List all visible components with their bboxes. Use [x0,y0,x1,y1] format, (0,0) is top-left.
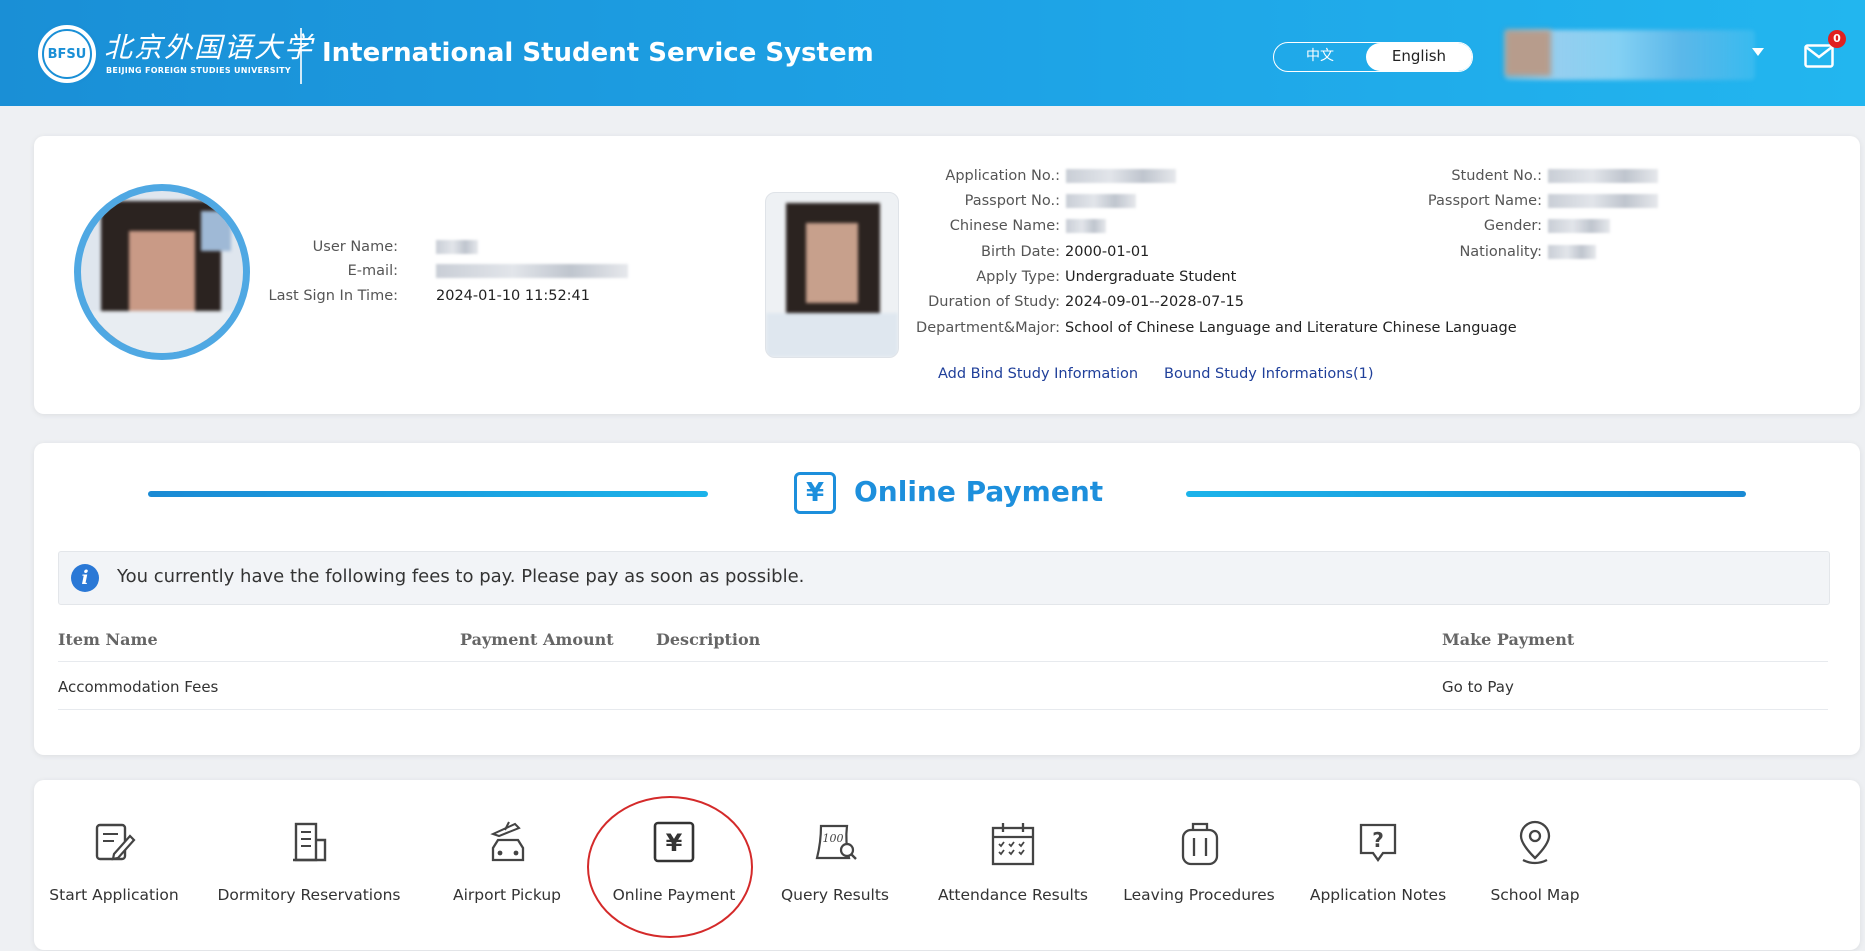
passport-name-label: Passport Name: [1427,193,1542,209]
application-no-value [1066,169,1176,183]
profile-card: User Name: E-mail: Last Sign In Time: 20… [34,136,1860,414]
last-sign-value: 2024-01-10 11:52:41 [436,288,590,304]
logo-english-name: BEIJING FOREIGN STUDIES UNIVERSITY [106,66,291,75]
col-header-make-payment: Make Payment [1442,630,1575,649]
mail-icon[interactable] [1804,44,1834,68]
user-name-value [436,240,478,254]
quick-nav-card: Start Application Dormitory Reservations… [34,780,1860,950]
apply-type-value: Undergraduate Student [1065,269,1237,285]
header-divider [300,28,302,84]
seal-text: BFSU [42,29,92,79]
gender-value [1548,219,1610,233]
department-major-value: School of Chinese Language and Literatur… [1065,320,1517,336]
calendar-icon [991,823,1035,866]
decor-bar-left [148,491,708,497]
mail-count-badge: 0 [1828,30,1846,48]
university-seal-logo[interactable]: BFSU [35,22,99,86]
passport-no-value [1066,194,1136,208]
airport-pickup-icon [490,821,525,862]
nav-label: Start Application [49,886,179,904]
language-switch[interactable]: 中文 English [1273,42,1473,72]
nav-online-payment[interactable]: ¥ Online Payment [604,780,744,950]
nav-dormitory-reservations[interactable]: Dormitory Reservations [214,780,404,950]
yen-icon: ¥ [794,472,836,514]
nav-leaving-procedures[interactable]: Leaving Procedures [1114,780,1284,950]
nav-label: School Map [1490,886,1580,904]
edit-icon [95,823,136,861]
lang-chinese-option[interactable]: 中文 [1274,43,1366,71]
nationality-label: Nationality: [1459,244,1542,260]
chinese-name-value [1066,219,1106,233]
apply-type-label: Apply Type: [976,269,1060,285]
duration-value: 2024-09-01--2028-07-15 [1065,294,1244,310]
user-avatar[interactable] [1505,30,1551,76]
system-title: International Student Service System [322,38,874,68]
go-to-pay-link[interactable]: Go to Pay [1442,678,1514,696]
email-value [436,264,628,278]
nav-query-results[interactable]: 100 Query Results [770,780,900,950]
info-icon: i [71,564,99,592]
decor-bar-right [1186,491,1746,497]
online-payment-card: ¥ Online Payment i You currently have th… [34,443,1860,755]
table-divider [58,709,1828,710]
nav-label: Dormitory Reservations [217,886,401,904]
table-divider [58,661,1828,662]
user-avatar-large [74,184,250,360]
last-sign-label: Last Sign In Time: [268,288,399,304]
nav-attendance-results[interactable]: Attendance Results [928,780,1098,950]
nav-label: Airport Pickup [453,886,561,904]
nav-label: Application Notes [1309,886,1447,904]
passport-name-value [1548,194,1658,208]
map-pin-icon [1519,820,1551,865]
svg-text:?: ? [1372,828,1384,852]
logo-chinese-name: 北京外国语大学 [104,31,315,64]
payment-notice: i You currently have the following fees … [58,551,1830,605]
student-no-value [1548,169,1658,183]
department-major-label: Department&Major: [916,320,1060,336]
luggage-icon [1181,822,1219,866]
col-header-payment-amount: Payment Amount [460,630,614,649]
duration-label: Duration of Study: [928,294,1060,310]
svg-text:¥: ¥ [666,829,683,857]
email-label: E-mail: [347,263,398,279]
nav-airport-pickup[interactable]: Airport Pickup [442,780,572,950]
passport-no-label: Passport No.: [964,193,1060,209]
notice-text: You currently have the following fees to… [117,566,805,587]
birth-date-value: 2000-01-01 [1065,244,1150,260]
lang-english-option[interactable]: English [1366,43,1472,71]
nationality-value [1548,245,1596,259]
birth-date-label: Birth Date: [981,244,1060,260]
chinese-name-label: Chinese Name: [949,218,1060,234]
user-name-label: User Name: [312,239,398,255]
add-bind-study-link[interactable]: Add Bind Study Information [938,366,1138,382]
item-name-cell: Accommodation Fees [58,678,219,696]
student-no-label: Student No.: [1451,168,1542,184]
col-header-description: Description [656,630,761,649]
payment-section-title: Online Payment [854,475,1104,508]
nav-start-application[interactable]: Start Application [44,780,184,950]
nav-label: Query Results [780,886,889,904]
score-search-icon: 100 [815,824,857,860]
building-icon [293,822,327,862]
svg-text:100: 100 [823,832,844,845]
nav-school-map[interactable]: School Map [1470,780,1600,950]
student-photo [765,192,899,358]
bound-study-link[interactable]: Bound Study Informations(1) [1164,366,1374,382]
chevron-down-icon[interactable] [1752,48,1764,56]
nav-label: Leaving Procedures [1123,886,1275,904]
yen-icon: ¥ [653,821,695,863]
nav-application-notes[interactable]: ? Application Notes [1298,780,1458,950]
nav-label: Attendance Results [938,886,1088,904]
col-header-item-name: Item Name [58,630,158,649]
gender-label: Gender: [1483,218,1542,234]
application-no-label: Application No.: [945,168,1060,184]
top-header: BFSU 北京外国语大学 BEIJING FOREIGN STUDIES UNI… [0,0,1865,106]
nav-label: Online Payment [612,886,736,904]
question-icon: ? [1359,823,1397,862]
